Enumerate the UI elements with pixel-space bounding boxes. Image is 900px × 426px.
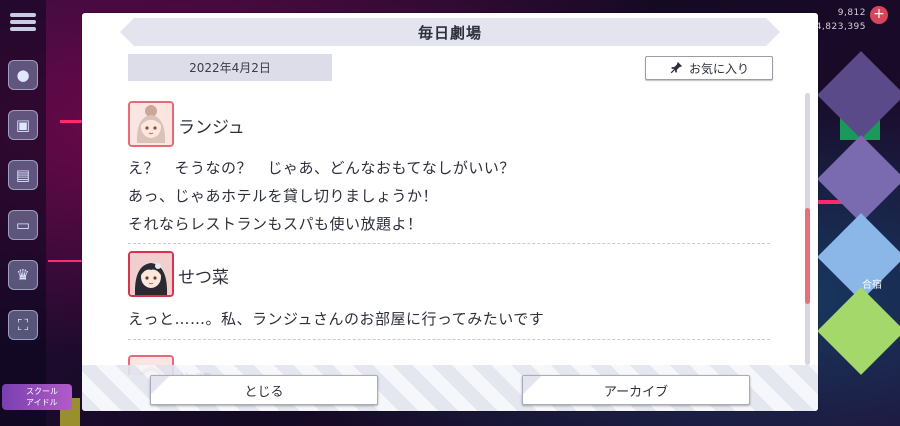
counter-top: 9,812 (837, 8, 866, 18)
scrollbar-thumb[interactable] (805, 208, 810, 304)
close-button[interactable]: とじる (150, 375, 378, 405)
hamburger-menu-icon[interactable] (6, 10, 40, 40)
school-idol-badge[interactable]: スクール アイドル (2, 384, 72, 410)
date-label: 2022年4月2日 (128, 54, 332, 81)
ranju-portrait-icon (128, 101, 174, 147)
gift-box-icon[interactable]: ▣ (8, 110, 38, 140)
trophy-icon[interactable]: ♛ (8, 260, 38, 290)
fullscreen-icon[interactable]: ⛶ (8, 310, 38, 340)
counter-bottom: 4,823,395 (815, 22, 866, 32)
dialogue-line: えっと……。私、ランジュさんのお部屋に行ってみたいです (128, 310, 545, 328)
left-side-menu: ● ▣ ▤ ▭ ♛ ⛶ スクール アイドル (0, 0, 72, 426)
entry-divider (128, 339, 770, 340)
right-side-menu: 9,812 4,823,395 + 合宿 (816, 0, 900, 426)
menu-tile[interactable] (817, 51, 900, 139)
menu-tile[interactable] (817, 135, 900, 223)
camp-label: 合宿 (862, 280, 882, 291)
menu-tile[interactable] (817, 287, 900, 375)
favorite-button[interactable]: お気に入り (645, 56, 773, 80)
favorite-label: お気に入り (688, 61, 749, 76)
neon-line (48, 260, 82, 262)
dialogue-line: それならレストランもスパも使い放題よ！ (128, 215, 423, 233)
badge-line-2: アイドル (26, 398, 58, 407)
dialogue-scroll-area[interactable]: ランジュ え？ そうなの？ じゃあ、どんなおもてなしがいい？ あっ、じゃあホテル… (128, 93, 770, 375)
entry-divider (128, 243, 770, 244)
archive-button[interactable]: アーカイブ (522, 375, 750, 405)
dialogue-line: え？ そうなの？ じゃあ、どんなおもてなしがいい？ (128, 159, 515, 177)
daily-theater-modal: 毎日劇場 2022年4月2日 お気に入り ランジュ え？ そうなの？ じゃあ、ど… (82, 13, 818, 411)
photo-icon[interactable]: ▭ (8, 210, 38, 240)
setsuna-portrait-icon (128, 251, 174, 297)
badge-line-1: スクール (26, 387, 58, 396)
speaker-name: せつ菜 (178, 268, 229, 288)
speaker-name: ランジュ (178, 118, 245, 138)
present-icon[interactable]: ▤ (8, 160, 38, 190)
modal-title: 毎日劇場 (120, 18, 780, 46)
pin-icon (670, 61, 683, 74)
dialogue-line: あっ、じゃあホテルを貸し切りましょうか！ (128, 187, 439, 205)
chat-icon[interactable]: ● (8, 60, 38, 90)
add-currency-icon[interactable]: + (870, 6, 888, 24)
